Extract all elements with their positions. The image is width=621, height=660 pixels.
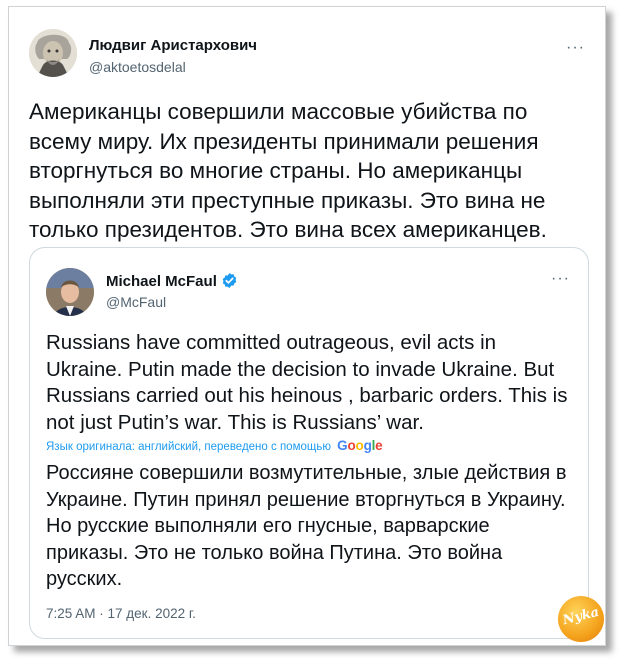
quoted-author-name[interactable]: Michael McFaul <box>106 272 238 293</box>
verified-badge-icon <box>221 272 238 293</box>
google-logo-letter: G <box>337 438 348 453</box>
quoted-author-name-label: Michael McFaul <box>106 273 217 290</box>
translation-note[interactable]: Язык оригинала: английский, переведено с… <box>46 438 383 453</box>
more-dots-icon[interactable]: ··· <box>551 270 570 288</box>
quoted-tweet-translated-text: Россияне совершили возмутительные, злые … <box>46 462 567 590</box>
author-handle[interactable]: @aktoetosdelal <box>89 59 186 75</box>
google-logo-letter: e <box>375 438 383 453</box>
quoted-tweet[interactable]: Michael McFaul @McFaul ··· Russians have… <box>29 247 589 639</box>
tweet-card: Людвиг Аристархович @aktoetosdelal ··· А… <box>8 6 606 646</box>
watermark-logo: Nyka <box>558 596 604 642</box>
tweet-timestamp[interactable]: 7:25 AM · 17 дек. 2022 г. <box>46 606 196 621</box>
outer-tweet-header: Людвиг Аристархович @aktoetosdelal ··· <box>29 29 585 83</box>
quoted-tweet-original-text: Russians have committed outrageous, evil… <box>46 331 568 434</box>
more-dots-icon[interactable]: ··· <box>566 39 585 57</box>
author-name[interactable]: Людвиг Аристархович <box>89 37 257 54</box>
watermark-logo-text: Nyka <box>561 604 601 629</box>
google-logo: Google <box>337 438 383 453</box>
google-logo-letter: o <box>347 438 356 453</box>
tweet-text: Американцы совершили массовые убийства п… <box>29 99 547 242</box>
quoted-author-handle[interactable]: @McFaul <box>106 294 166 310</box>
google-logo-letter: g <box>363 438 372 453</box>
quoted-author-avatar[interactable] <box>46 268 94 316</box>
translation-note-text: Язык оригинала: английский, переведено с… <box>46 441 331 453</box>
google-logo-letter: o <box>355 438 364 453</box>
author-avatar[interactable] <box>29 29 77 77</box>
